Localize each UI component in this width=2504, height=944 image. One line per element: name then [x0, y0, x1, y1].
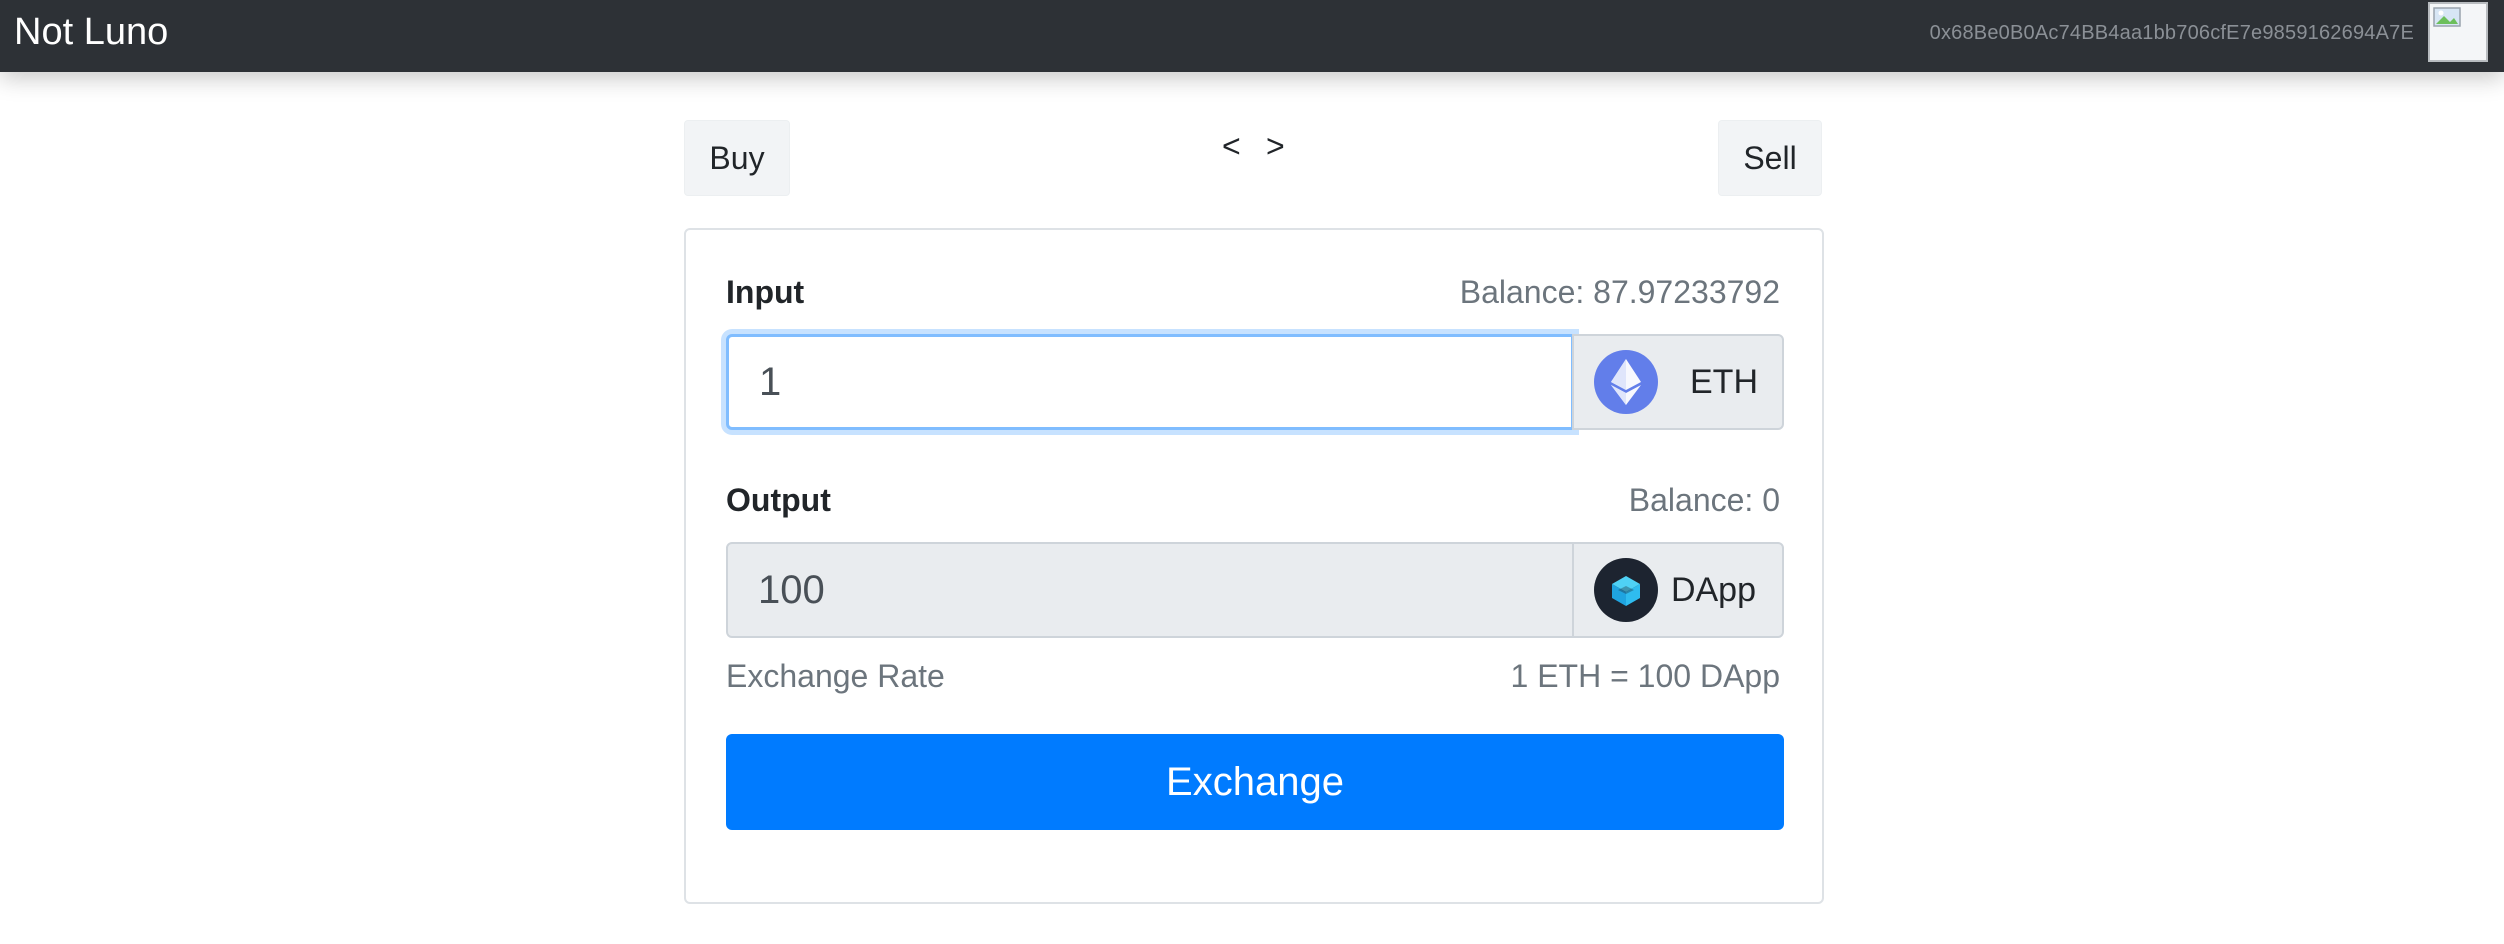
account-address: 0x68Be0B0Ac74BB4aa1bb706cfE7e9859162694A… — [1929, 22, 2414, 44]
exchange-card: Input Balance: 87.97233792 ETH Output Ba… — [684, 228, 1824, 904]
input-amount-field[interactable] — [726, 334, 1574, 430]
prev-arrow-button[interactable]: < — [1222, 126, 1241, 166]
broken-image-icon — [2430, 4, 2486, 60]
exchange-rate-value: 1 ETH = 100 DApp — [1510, 658, 1780, 694]
output-amount-field[interactable] — [726, 542, 1574, 638]
ethereum-icon — [1594, 350, 1658, 414]
buy-button[interactable]: Buy — [684, 120, 790, 196]
input-token-name: ETH — [1690, 362, 1758, 401]
sell-button[interactable]: Sell — [1718, 120, 1822, 196]
exchange-rate-label: Exchange Rate — [726, 658, 945, 694]
output-balance: Balance: 0 — [1628, 482, 1780, 518]
input-balance: Balance: 87.97233792 — [1459, 274, 1780, 310]
output-token-name: DApp — [1670, 570, 1756, 609]
input-label: Input — [726, 274, 805, 310]
avatar — [2428, 2, 2488, 62]
next-arrow-button[interactable]: > — [1266, 126, 1285, 166]
output-token-addon: DApp — [1572, 542, 1784, 638]
output-label: Output — [726, 482, 831, 518]
input-token-addon: ETH — [1572, 334, 1784, 430]
exchange-button[interactable]: Exchange — [726, 734, 1784, 830]
dapp-token-icon — [1594, 558, 1658, 622]
navbar: Not Luno 0x68Be0B0Ac74BB4aa1bb706cfE7e98… — [0, 0, 2504, 72]
brand-title[interactable]: Not Luno — [14, 10, 168, 54]
